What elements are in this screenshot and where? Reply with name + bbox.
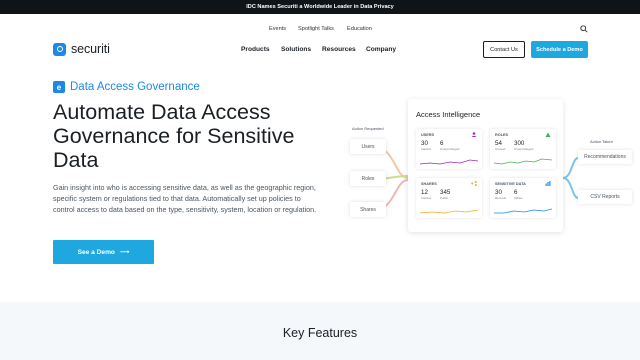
tile-sub: Tables <box>514 196 523 200</box>
role-icon <box>545 132 551 137</box>
sparkline <box>494 208 552 214</box>
action-requested-label: Action Requested <box>352 126 384 131</box>
access-intelligence-card: Access Intelligence USERS 30 Inactive 6 … <box>408 99 563 232</box>
tile-label: SHARES <box>421 182 437 186</box>
tile-sub: Public <box>440 196 449 200</box>
tile-value: 12 <box>421 189 428 196</box>
share-icon <box>471 181 477 186</box>
tile-value: 300 <box>514 140 525 147</box>
sensitive-data-tile: SENSITIVE DATA 30 Records 6 Tables <box>490 178 556 218</box>
roles-tile: ROLES 54 Unused 300 Overprivileged <box>490 129 556 169</box>
tile-sub: Overprivileged <box>514 147 534 151</box>
tile-sub: Overprivileged <box>440 147 460 151</box>
sparkline <box>420 159 478 165</box>
tile-sub: Inactive <box>421 196 432 200</box>
shares-pill: Shares <box>350 202 386 217</box>
roles-pill: Roles <box>350 171 386 186</box>
tile-value: 345 <box>440 189 451 196</box>
card-title: Access Intelligence <box>416 110 481 119</box>
shares-tile: SHARES 12 Inactive 345 Public <box>416 178 482 218</box>
tile-sub: Unused <box>495 147 506 151</box>
tile-value: 30 <box>421 140 428 147</box>
sparkline <box>494 158 552 165</box>
action-taken-label: Action Taken <box>590 139 613 144</box>
sparkline <box>420 209 478 214</box>
tile-value: 6 <box>440 140 444 147</box>
data-icon <box>545 181 551 186</box>
tile-label: SENSITIVE DATA <box>495 182 526 186</box>
tile-value: 30 <box>495 189 502 196</box>
key-features-title: Key Features <box>282 326 358 340</box>
users-pill: Users <box>350 139 386 154</box>
tile-value: 54 <box>495 140 502 147</box>
tile-label: ROLES <box>495 133 509 137</box>
tile-sub: Inactive <box>421 147 432 151</box>
users-tile: USERS 30 Inactive 6 Overprivileged <box>416 129 482 169</box>
recommendations-pill: Recommendations <box>578 150 632 164</box>
tile-value: 6 <box>514 189 518 196</box>
csv-reports-pill: CSV Reports <box>578 190 632 204</box>
user-icon <box>471 132 477 137</box>
access-intelligence-illustration: Action Requested Action Taken Users Role… <box>0 0 640 300</box>
tile-label: USERS <box>421 133 435 137</box>
tile-sub: Records <box>495 196 507 200</box>
